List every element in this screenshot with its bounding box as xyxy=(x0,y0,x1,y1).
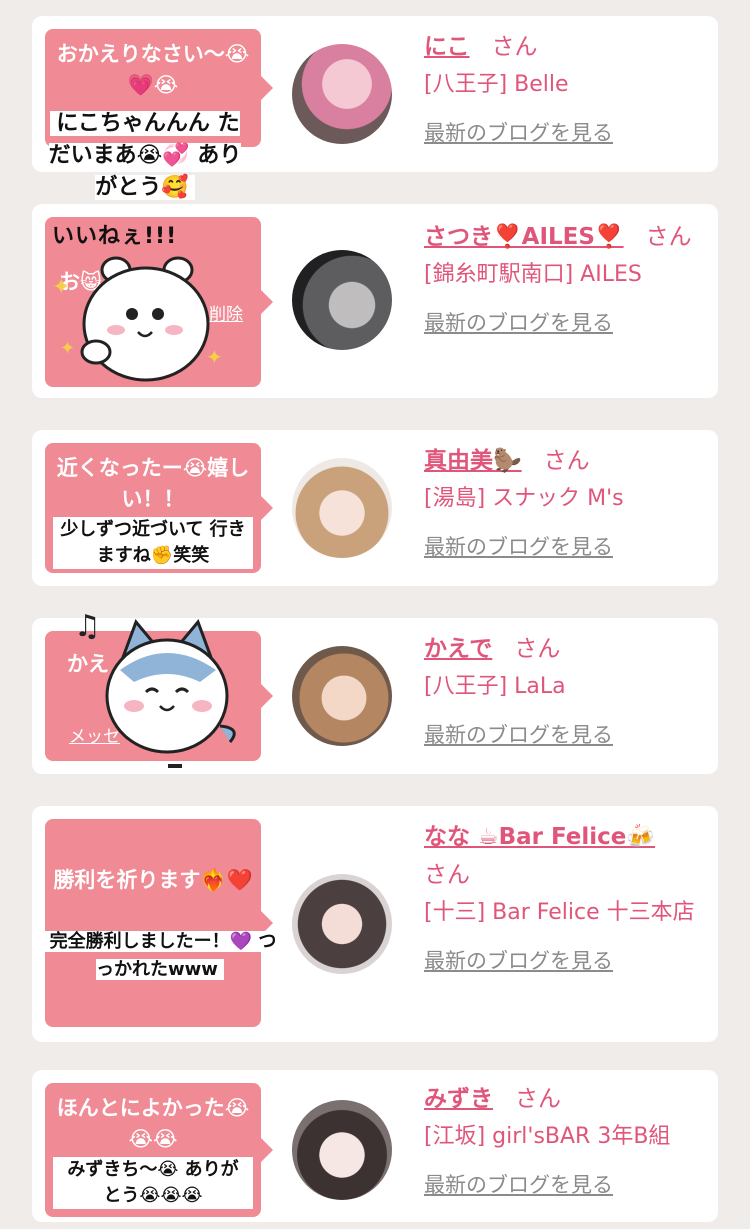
chiikawa-character-icon: ✦ ✦ ✦ xyxy=(52,256,223,382)
honorific: さん xyxy=(645,224,692,250)
shop-name: [江坂] girl'sBAR 3年B組 xyxy=(424,1124,671,1149)
latest-blog-link[interactable]: 最新のブログを見る xyxy=(424,1170,613,1200)
latest-blog-link[interactable]: 最新のブログを見る xyxy=(424,308,613,338)
cast-name-link[interactable]: 真由美🦫 xyxy=(424,448,522,474)
honorific: さん xyxy=(491,34,538,60)
avatar[interactable] xyxy=(292,646,392,746)
cast-name-link[interactable]: かえで xyxy=(424,636,492,662)
message-bubble: 近くなったー😭嬉しい！！ 少しずつ近づいて 行きますね✊笑笑 xyxy=(45,443,273,573)
svg-text:✦: ✦ xyxy=(60,338,75,359)
message-card: 勝利を祈ります❤️‍🔥❤️ なな ☕Bar Felice🍻 さん [十三] Bar… xyxy=(32,806,718,1042)
reply-sticker: にこちゃんんん ただいまあ😭💞 ありがとう🥰 xyxy=(40,108,250,204)
shop-name: [湯島] スナック M's xyxy=(424,486,624,511)
reply-text: みずきち〜😭 ありがとう😭😭😭 xyxy=(53,1157,253,1209)
latest-blog-link[interactable]: 最新のブログを見る xyxy=(424,720,613,750)
honorific: さん xyxy=(515,1086,561,1112)
reply-sticker: 完全勝利しましたー！💜 つっかれたwww xyxy=(40,928,280,984)
svg-text:✦: ✦ xyxy=(52,275,70,300)
reply-text: 完全勝利しましたー！💜 つっかれたwww xyxy=(43,931,277,980)
message-card: ほんとによかった😭😭😭 みずきち〜😭 ありがとう😭😭😭 みずき さん [江坂] g… xyxy=(32,1070,718,1222)
shop-name: [八王子] Belle xyxy=(424,72,569,97)
cast-name-link[interactable]: さつき❣️AILES❣️ xyxy=(424,224,624,250)
reply-text: 少しずつ近づいて 行きますね✊笑笑 xyxy=(53,517,253,569)
character-sticker: いいねぇ!!! ✦ ✦ ✦ xyxy=(46,214,226,389)
message-bubble: ほんとによかった😭😭😭 みずきち〜😭 ありがとう😭😭😭 xyxy=(45,1083,273,1217)
honorific: さん xyxy=(543,448,590,474)
message-bubble: 勝利を祈ります❤️‍🔥❤️ xyxy=(45,819,273,1027)
latest-blog-link[interactable]: 最新のブログを見る xyxy=(424,532,613,562)
message-text: ほんとによかった😭😭😭 xyxy=(56,1096,250,1151)
cast-name-link[interactable]: にこ xyxy=(424,34,470,60)
honorific: さん xyxy=(514,636,561,662)
cast-name-link[interactable]: みずき xyxy=(424,1086,493,1112)
latest-blog-link[interactable]: 最新のブログを見る xyxy=(424,118,613,148)
message-text: 近くなったー😭嬉しい！！ xyxy=(56,456,250,511)
hachiware-character-icon: ♫ xyxy=(74,609,236,768)
avatar[interactable] xyxy=(292,1100,392,1200)
avatar[interactable] xyxy=(292,874,392,974)
shop-name: [八王子] LaLa xyxy=(424,674,566,699)
message-text: おかえりなさい〜😭💗😭 xyxy=(56,42,250,97)
shop-name: [十三] Bar Felice 十三本店 xyxy=(424,900,695,925)
avatar[interactable] xyxy=(292,44,392,144)
avatar[interactable] xyxy=(292,458,392,558)
reply-text: にこちゃんんん ただいまあ😭💞 ありがとう🥰 xyxy=(48,111,242,200)
message-card: 近くなったー😭嬉しい！！ 少しずつ近づいて 行きますね✊笑笑 真由美🦫 さん [湯… xyxy=(32,430,718,586)
shop-name: [錦糸町駅南口] AILES xyxy=(424,262,642,287)
character-sticker: ♫ xyxy=(70,606,250,782)
message-text: 勝利を祈ります❤️‍🔥❤️ xyxy=(53,868,253,892)
avatar[interactable] xyxy=(292,250,392,350)
latest-blog-link[interactable]: 最新のブログを見る xyxy=(424,946,613,976)
svg-text:♫: ♫ xyxy=(74,609,101,644)
honorific: さん xyxy=(424,862,470,888)
svg-text:✦: ✦ xyxy=(206,345,223,369)
cast-name-link[interactable]: なな ☕Bar Felice🍻 xyxy=(424,824,655,850)
